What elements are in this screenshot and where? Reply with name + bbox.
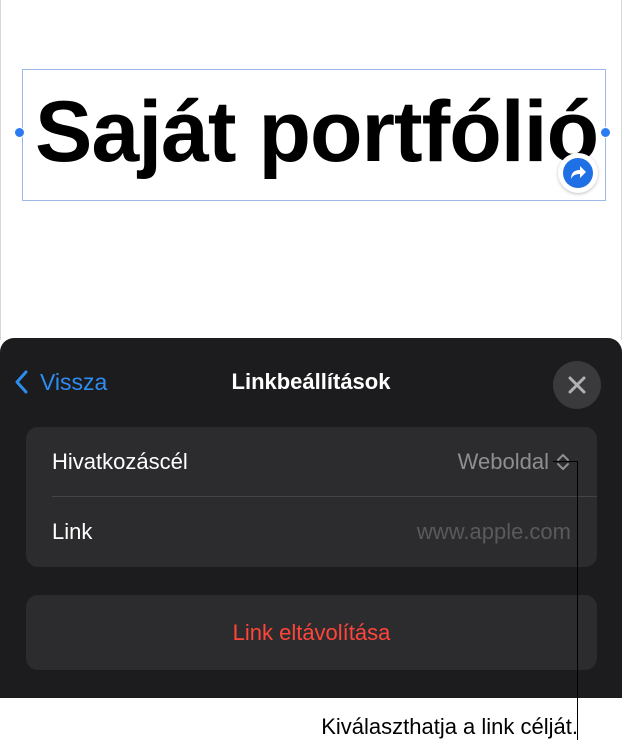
link-arrow-icon [563,158,593,188]
document-edge-right [621,0,622,340]
link-settings-sheet: Vissza Linkbeállítások Hivatkozáscél Web… [0,338,622,698]
callout-leader-horizontal [553,461,578,462]
close-button[interactable] [553,361,601,409]
close-icon [568,376,586,394]
link-settings-group: Hivatkozáscél Weboldal Link www.apple.co… [26,427,597,567]
selected-text-box[interactable]: Saját portfólió [22,69,606,201]
selection-handle-left[interactable] [14,127,25,138]
callout-caption: Kiválaszthatja a link célját. [321,714,578,739]
sheet-title: Linkbeállítások [231,369,391,394]
selection-handle-right[interactable] [600,127,611,138]
link-badge-button[interactable] [558,153,598,193]
link-url-field[interactable]: www.apple.com [417,497,571,567]
callout-leader-vertical [577,461,578,740]
document-title[interactable]: Saját portfólió [35,82,605,182]
link-target-row[interactable]: Hivatkozáscél Weboldal [26,427,597,497]
document-edge-left [0,0,1,340]
link-url-row[interactable]: Link www.apple.com [26,497,597,567]
chevron-up-down-icon [557,454,569,470]
link-target-value[interactable]: Weboldal [458,427,549,497]
link-url-label: Link [52,519,93,544]
link-target-label: Hivatkozáscél [52,449,188,474]
remove-link-button[interactable]: Link eltávolítása [26,595,597,670]
